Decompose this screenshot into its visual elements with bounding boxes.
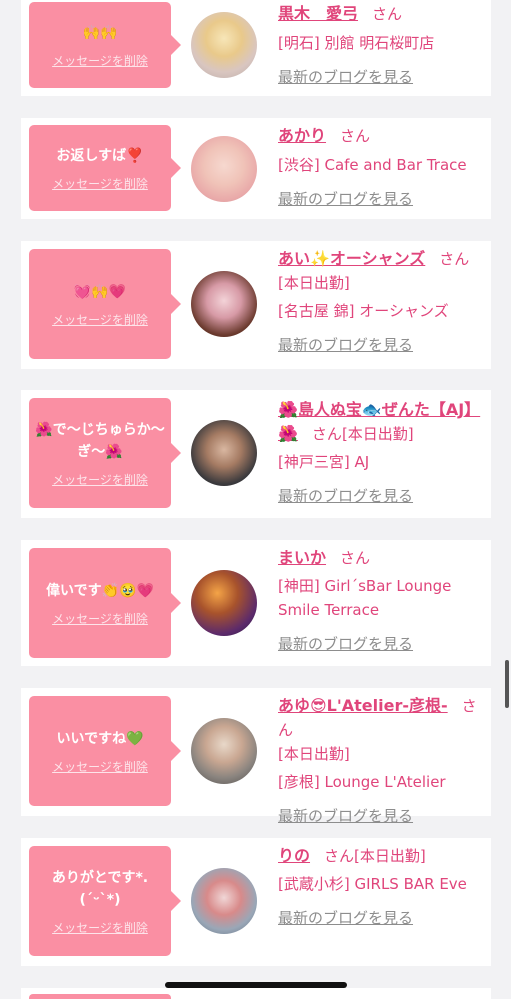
sender-name[interactable]: あかり — [278, 126, 326, 145]
message-bubble: 🙌🙌 メッセージを削除 — [29, 2, 181, 88]
message-card: お返しすば❣️ メッセージを削除 あかり さん [渋谷] Cafe and Bar… — [21, 118, 491, 219]
message-bubble — [29, 994, 171, 999]
message-card: ありがとです*.(ˊᵕˋ*) メッセージを削除 りの さん[本日出勤] [武蔵小杉… — [21, 838, 491, 966]
message-card: いいですね💚 メッセージを削除 あゆ😎L'Atelier-彦根- さん [本日出勤… — [21, 688, 491, 825]
sender-info: りの さん[本日出勤] [武蔵小杉] GIRLS BAR Eve 最新のブログを見… — [278, 844, 483, 930]
attendance-tag: [本日出勤] — [278, 745, 350, 763]
sender-name[interactable]: りの — [278, 846, 310, 865]
message-card: 💓🙌💗 メッセージを削除 あい✨オーシャンズ さん [本日出勤] [名古屋 錦] … — [21, 241, 491, 369]
latest-blog-link[interactable]: 最新のブログを見る — [278, 484, 413, 508]
home-indicator[interactable] — [165, 982, 347, 988]
avatar[interactable] — [191, 570, 257, 636]
delete-message-link[interactable]: メッセージを削除 — [52, 175, 148, 192]
delete-message-link[interactable]: メッセージを削除 — [52, 758, 148, 775]
latest-blog-link[interactable]: 最新のブログを見る — [278, 187, 413, 211]
message-text: 🌺で〜じちゅらか〜ぎ〜🌺 — [35, 421, 165, 460]
avatar[interactable] — [191, 868, 257, 934]
sender-info: まいか さん [神田] Girl´sBar Lounge Smile Terrac… — [278, 546, 483, 656]
latest-blog-link[interactable]: 最新のブログを見る — [278, 804, 413, 828]
sender-info: あい✨オーシャンズ さん [本日出勤] [名古屋 錦] オーシャンズ 最新のブログ… — [278, 247, 483, 357]
shop-name: [彦根] Lounge L'Atelier — [278, 773, 446, 791]
shop-name: [神戸三宮] AJ — [278, 453, 370, 471]
message-bubble: 🌺で〜じちゅらか〜ぎ〜🌺 メッセージを削除 — [29, 398, 181, 508]
honorific: さん — [439, 250, 470, 268]
message-text: いいですね💚 — [56, 730, 144, 747]
delete-message-link[interactable]: メッセージを削除 — [52, 610, 148, 627]
attendance-tag: [本日出勤] — [354, 847, 426, 865]
message-bubble: いいですね💚 メッセージを削除 — [29, 696, 181, 806]
message-card: 偉いです👏🥹💗 メッセージを削除 まいか さん [神田] Girl´sBar Lo… — [21, 540, 491, 666]
delete-message-link[interactable]: メッセージを削除 — [52, 471, 148, 488]
sender-name[interactable]: まいか — [278, 548, 326, 567]
shop-name: [武蔵小杉] GIRLS BAR Eve — [278, 875, 467, 893]
honorific: さん — [340, 549, 371, 567]
shop-name: [明石] 別館 明石桜町店 — [278, 34, 435, 52]
delete-message-link[interactable]: メッセージを削除 — [52, 919, 148, 936]
message-bubble: 偉いです👏🥹💗 メッセージを削除 — [29, 548, 181, 658]
avatar[interactable] — [191, 718, 257, 784]
message-bubble: 💓🙌💗 メッセージを削除 — [29, 249, 181, 359]
message-card: 🌺で〜じちゅらか〜ぎ〜🌺 メッセージを削除 🌺島人ぬ宝🐟ぜんた【AJ】🌺 さん[本… — [21, 390, 491, 518]
message-text: ありがとです*.(ˊᵕˋ*) — [51, 869, 149, 908]
avatar[interactable] — [191, 12, 257, 78]
shop-name: [渋谷] Cafe and Bar Trace — [278, 156, 467, 174]
attendance-tag: [本日出勤] — [341, 425, 414, 443]
message-bubble: ありがとです*.(ˊᵕˋ*) メッセージを削除 — [29, 846, 181, 956]
shop-name: [名古屋 錦] オーシャンズ — [278, 302, 449, 320]
sender-info: 黒木 愛弓 さん [明石] 別館 明石桜町店 最新のブログを見る — [278, 2, 483, 89]
message-card: 🙌🙌 メッセージを削除 黒木 愛弓 さん [明石] 別館 明石桜町店 最新のブログ… — [21, 0, 491, 96]
message-text: 🙌🙌 — [82, 24, 118, 41]
avatar[interactable] — [191, 420, 257, 486]
delete-message-link[interactable]: メッセージを削除 — [52, 52, 148, 69]
honorific: さん — [340, 127, 371, 145]
latest-blog-link[interactable]: 最新のブログを見る — [278, 632, 413, 656]
message-card-partial — [21, 988, 491, 999]
message-text: 💓🙌💗 — [73, 283, 127, 300]
sender-info: あかり さん [渋谷] Cafe and Bar Trace 最新のブログを見る — [278, 124, 483, 211]
message-text: お返しすば❣️ — [56, 147, 144, 164]
latest-blog-link[interactable]: 最新のブログを見る — [278, 333, 413, 357]
delete-message-link[interactable]: メッセージを削除 — [52, 311, 148, 328]
honorific: さん — [311, 425, 342, 443]
message-text: 偉いです👏🥹💗 — [46, 582, 154, 599]
avatar[interactable] — [191, 271, 257, 337]
honorific: さん — [324, 847, 355, 865]
sender-info: あゆ😎L'Atelier-彦根- さん [本日出勤] [彦根] Lounge L'… — [278, 694, 483, 828]
message-bubble: お返しすば❣️ メッセージを削除 — [29, 125, 181, 211]
scrollbar-thumb[interactable] — [505, 660, 509, 708]
honorific: さん — [372, 5, 403, 23]
attendance-tag: [本日出勤] — [278, 274, 350, 292]
sender-info: 🌺島人ぬ宝🐟ぜんた【AJ】🌺 さん[本日出勤] [神戸三宮] AJ 最新のブログを… — [278, 398, 483, 508]
sender-name[interactable]: 黒木 愛弓 — [278, 4, 358, 23]
latest-blog-link[interactable]: 最新のブログを見る — [278, 906, 413, 930]
sender-name[interactable]: あい✨オーシャンズ — [278, 249, 425, 268]
shop-name: [神田] Girl´sBar Lounge Smile Terrace — [278, 577, 452, 619]
avatar[interactable] — [191, 136, 257, 202]
latest-blog-link[interactable]: 最新のブログを見る — [278, 65, 413, 89]
sender-name[interactable]: あゆ😎L'Atelier-彦根- — [278, 696, 448, 715]
